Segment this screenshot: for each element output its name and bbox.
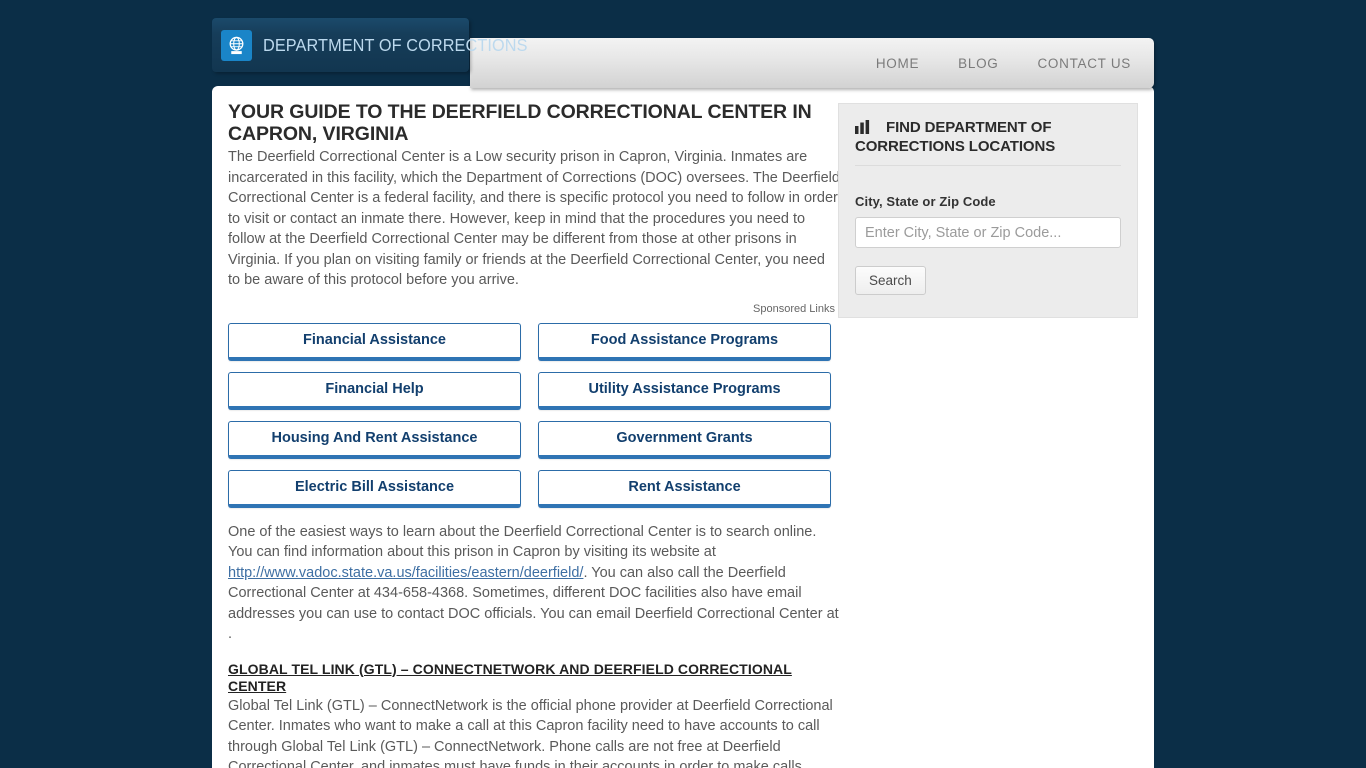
ad-button-electric-bill-assistance[interactable]: Electric Bill Assistance bbox=[228, 469, 521, 508]
sponsored-links-label: Sponsored Links bbox=[753, 302, 835, 315]
brand-title: DEPARTMENT OF CORRECTIONS bbox=[263, 34, 528, 55]
ad-button-financial-assistance[interactable]: Financial Assistance bbox=[228, 322, 521, 361]
ad-button-utility-assistance-programs[interactable]: Utility Assistance Programs bbox=[538, 371, 831, 410]
ad-button-financial-help[interactable]: Financial Help bbox=[228, 371, 521, 410]
page-title: YOUR GUIDE TO THE DEERFIELD CORRECTIONAL… bbox=[228, 101, 812, 145]
ad-button-government-grants[interactable]: Government Grants bbox=[538, 420, 831, 459]
nav-contact-us[interactable]: CONTACT US bbox=[1037, 56, 1131, 71]
gtl-paragraph: Global Tel Link (GTL) – ConnectNetwork i… bbox=[228, 697, 833, 768]
ad-button-housing-and-rent-assistance[interactable]: Housing And Rent Assistance bbox=[228, 420, 521, 459]
city-state-zip-input[interactable] bbox=[855, 217, 1121, 248]
ad-button-food-assistance-programs[interactable]: Food Assistance Programs bbox=[538, 322, 831, 361]
website-paragraph: One of the easiest ways to learn about t… bbox=[228, 522, 841, 645]
main-content-column: YOUR GUIDE TO THE DEERFIELD CORRECTIONAL… bbox=[228, 101, 841, 768]
ad-button-rent-assistance[interactable]: Rent Assistance bbox=[538, 469, 831, 508]
search-button[interactable]: Search bbox=[855, 266, 926, 295]
widget-heading: FIND DEPARTMENT OF CORRECTIONS LOCATIONS bbox=[855, 118, 1121, 166]
facility-website-link[interactable]: http://www.vadoc.state.va.us/facilities/… bbox=[228, 565, 583, 581]
bar-chart-icon bbox=[855, 120, 870, 134]
globe-icon bbox=[221, 29, 252, 61]
sidebar-locations-widget: FIND DEPARTMENT OF CORRECTIONS LOCATIONS… bbox=[838, 103, 1138, 318]
content-shell: YOUR GUIDE TO THE DEERFIELD CORRECTIONAL… bbox=[212, 86, 1154, 768]
gtl-section-heading: GLOBAL TEL LINK (GTL) – CONNECTNETWORK A… bbox=[228, 660, 792, 694]
brand-logo-block[interactable]: DEPARTMENT OF CORRECTIONS bbox=[212, 18, 527, 72]
page-root: DEPARTMENT OF CORRECTIONS HOME BLOG CONT… bbox=[0, 0, 1366, 768]
widget-title-text: FIND DEPARTMENT OF CORRECTIONS LOCATIONS bbox=[855, 119, 1056, 155]
site-header: DEPARTMENT OF CORRECTIONS HOME BLOG CONT… bbox=[212, 18, 1154, 88]
website-paragraph-part-1: One of the easiest ways to learn about t… bbox=[228, 523, 817, 561]
city-state-zip-label: City, State or Zip Code bbox=[855, 194, 996, 209]
sponsored-links-grid: Financial Assistance Food Assistance Pro… bbox=[228, 322, 841, 508]
nav-blog[interactable]: BLOG bbox=[958, 56, 998, 71]
intro-paragraph: The Deerfield Correctional Center is a L… bbox=[228, 149, 840, 288]
main-navigation: HOME BLOG CONTACT US bbox=[470, 38, 1154, 88]
nav-home[interactable]: HOME bbox=[876, 56, 919, 71]
